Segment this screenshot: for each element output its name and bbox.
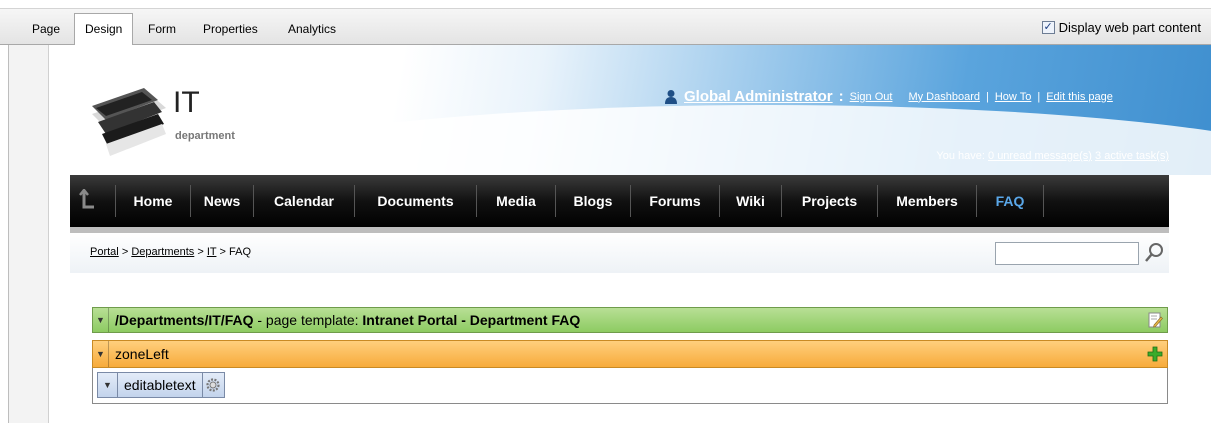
template-title: /Departments/IT/FAQ - page template: Int… [109,312,580,328]
gear-icon [206,378,220,392]
main-nav: Home News Calendar Documents Media Blogs… [70,175,1169,227]
zone-content: ▼ editabletext [92,368,1168,404]
logo-title: IT [173,86,200,119]
add-webpart-icon[interactable] [1147,346,1163,362]
template-name: Intranet Portal - Department FAQ [362,312,581,328]
admin-tab-bar: Page Design Form Properties Analytics ✓ … [0,0,1211,45]
link-separator: | [1037,90,1041,103]
link-separator: | [985,90,989,103]
nav-home[interactable]: Home [116,175,190,227]
breadcrumb-it[interactable]: IT [207,246,217,258]
breadcrumb-bar: Portal > Departments > IT > FAQ [70,233,1169,273]
tab-form[interactable]: Form [138,14,186,45]
collapse-toggle[interactable]: ▼ [93,341,109,367]
edit-template-icon[interactable] [1147,312,1163,328]
webpart-editabletext[interactable]: ▼ editabletext [97,372,225,398]
home-arrow-icon[interactable] [78,187,98,213]
template-path: /Departments/IT/FAQ [115,312,254,328]
edit-page-link[interactable]: Edit this page [1046,91,1113,103]
breadcrumb-separator: > [219,246,226,258]
notifications: You have: 0 unread message(s) 3 active t… [936,150,1169,162]
nav-projects[interactable]: Projects [782,175,877,227]
left-gutter [0,45,49,423]
breadcrumb-separator: > [121,246,129,258]
webpart-settings-button[interactable] [201,373,224,397]
nav-faq[interactable]: FAQ [977,175,1043,227]
display-webpart-option[interactable]: ✓ Display web part content [1041,20,1201,35]
collapse-toggle[interactable]: ▼ [93,308,109,332]
nav-forums[interactable]: Forums [631,175,719,227]
active-tasks-link[interactable]: 3 active task(s) [1095,150,1169,162]
tab-analytics[interactable]: Analytics [278,14,346,45]
display-webpart-label: Display web part content [1058,20,1201,35]
user-colon: : [838,88,844,105]
nav-documents[interactable]: Documents [355,175,476,227]
page-template-bar: ▼ /Departments/IT/FAQ - page template: I… [92,307,1168,333]
tab-page[interactable]: Page [22,14,70,45]
nav-members[interactable]: Members [878,175,976,227]
unread-messages-link[interactable]: 0 unread message(s) [988,150,1092,162]
breadcrumb-portal[interactable]: Portal [90,246,119,258]
breadcrumb-departments[interactable]: Departments [131,246,194,258]
keyboard-logo-icon [92,88,166,156]
you-have-label: You have: [936,150,985,162]
zone-bar: ▼ zoneLeft [92,340,1168,368]
zone-name: zoneLeft [115,346,169,362]
nav-media[interactable]: Media [477,175,555,227]
user-name-link[interactable]: Global Administrator [684,88,833,105]
nav-wiki[interactable]: Wiki [720,175,781,227]
breadcrumb: Portal > Departments > IT > FAQ [90,246,251,258]
user-bar: Global Administrator : Sign Out My Dashb… [664,88,1113,105]
logo-subtitle: department [175,130,235,142]
user-icon [665,89,677,104]
template-caption: - page template: [253,312,363,328]
breadcrumb-separator: > [197,246,204,258]
my-dashboard-link[interactable]: My Dashboard [908,91,980,103]
breadcrumb-current: FAQ [229,246,252,258]
how-to-link[interactable]: How To [995,91,1031,103]
nav-blogs[interactable]: Blogs [556,175,630,227]
search-input[interactable] [995,242,1139,265]
sign-out-link[interactable]: Sign Out [850,91,893,103]
tab-properties[interactable]: Properties [193,14,268,45]
nav-calendar[interactable]: Calendar [254,175,354,227]
display-webpart-checkbox[interactable]: ✓ [1041,21,1055,34]
webpart-menu-toggle[interactable]: ▼ [98,373,118,397]
search-icon[interactable] [1143,241,1165,265]
webpart-name: editabletext [124,377,196,393]
tab-design[interactable]: Design [74,13,134,45]
nav-news[interactable]: News [191,175,253,227]
